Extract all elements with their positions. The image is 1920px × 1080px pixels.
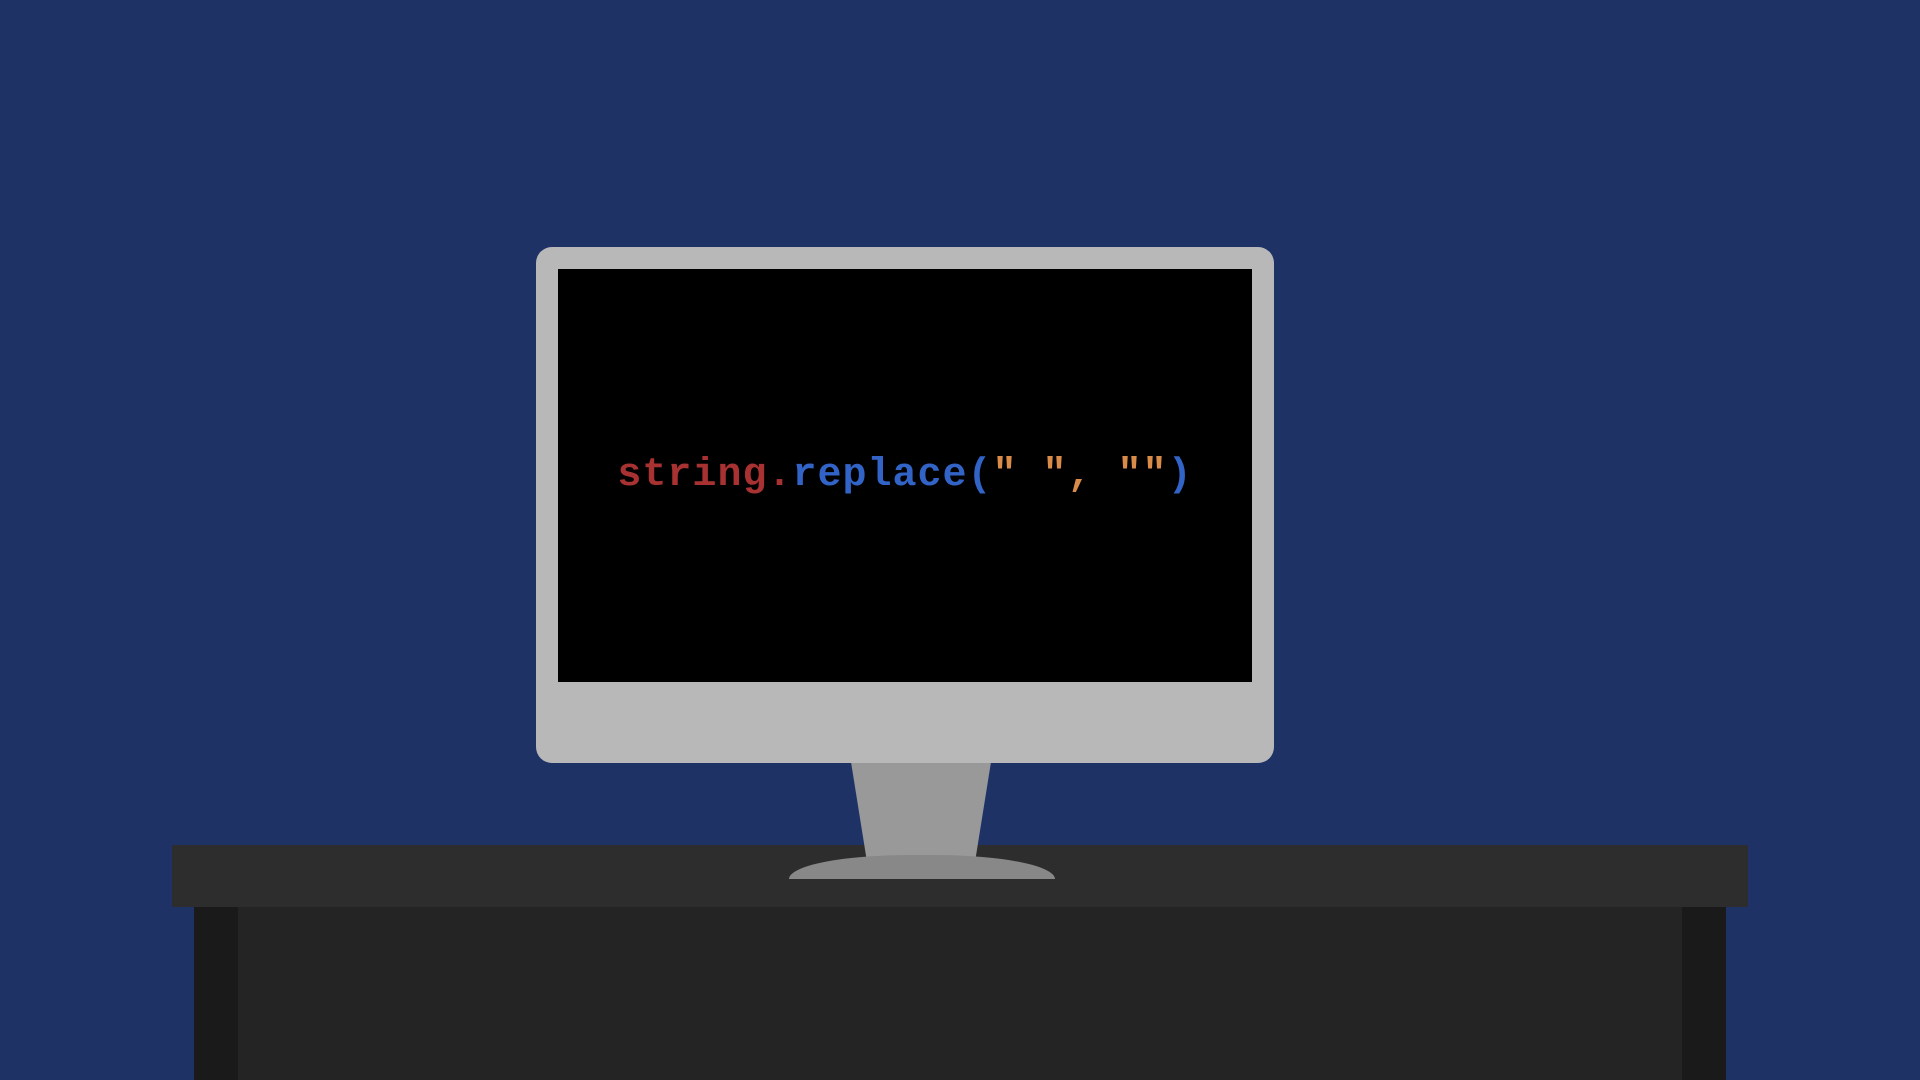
code-comma: , — [1068, 453, 1118, 498]
desk-shelf — [238, 907, 1682, 1080]
code-dot: . — [767, 453, 792, 498]
code-close-paren: ) — [1168, 453, 1193, 498]
code-variable: string — [617, 453, 767, 498]
code-arg2: "" — [1118, 453, 1168, 498]
code-arg1: " " — [993, 453, 1068, 498]
code-line: string.replace(" ", "") — [617, 453, 1192, 498]
monitor-screen: string.replace(" ", "") — [558, 269, 1252, 682]
desk-leg-right — [1682, 907, 1726, 1080]
code-open-paren: ( — [968, 453, 993, 498]
desk-leg-left — [194, 907, 238, 1080]
code-method: replace — [792, 453, 967, 498]
monitor-stand — [851, 762, 991, 862]
